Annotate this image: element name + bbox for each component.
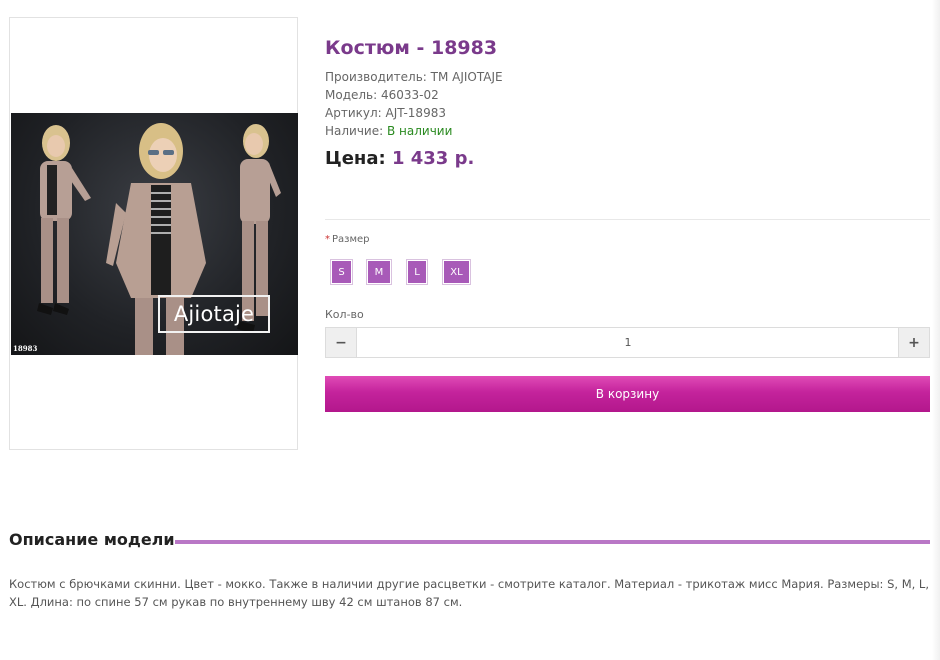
size-option-l[interactable]: L (407, 260, 427, 284)
description-text: Костюм с брючками скинни. Цвет - мокко. … (9, 577, 929, 609)
availability-label: Наличие: (325, 124, 387, 138)
required-mark: * (325, 234, 330, 245)
product-photo[interactable]: Ajiotaje 18983 (11, 113, 298, 355)
price-value: 1 433 р. (391, 148, 475, 169)
photo-code-label: 18983 (13, 344, 38, 353)
add-to-cart-button[interactable]: В корзину (325, 376, 930, 412)
quantity-increase-button[interactable]: + (898, 328, 929, 357)
quantity-decrease-button[interactable]: − (326, 328, 357, 357)
size-option-m[interactable]: M (367, 260, 391, 284)
quantity-input[interactable] (358, 328, 898, 357)
product-title: Костюм - 18983 (325, 37, 498, 59)
price: Цена: 1 433 р. (325, 148, 474, 169)
manufacturer-line: Производитель: ТМ AJIOTAJE (325, 70, 503, 84)
size-option-xl[interactable]: XL (443, 260, 470, 284)
quantity-stepper: − + (325, 327, 930, 358)
price-label: Цена: (325, 148, 392, 169)
description-heading: Описание модели (9, 530, 175, 549)
availability-value: В наличии (386, 124, 453, 138)
product-image-frame[interactable]: Ajiotaje 18983 (9, 17, 298, 450)
size-option-label: * Размер (325, 234, 370, 245)
description-heading-rule (175, 540, 930, 544)
size-label-text: Размер (332, 234, 370, 245)
availability-line: Наличие: В наличии (325, 124, 452, 138)
divider (325, 219, 930, 220)
brand-logo-text: Ajiotaje (173, 302, 255, 326)
size-option-s[interactable]: S (331, 260, 352, 284)
page-edge-shadow (932, 0, 940, 660)
brand-logo: Ajiotaje (158, 295, 270, 333)
quantity-label: Кол-во (325, 308, 364, 321)
model-line: Модель: 46033-02 (325, 88, 439, 102)
sku-line: Артикул: AJT-18983 (325, 106, 446, 120)
